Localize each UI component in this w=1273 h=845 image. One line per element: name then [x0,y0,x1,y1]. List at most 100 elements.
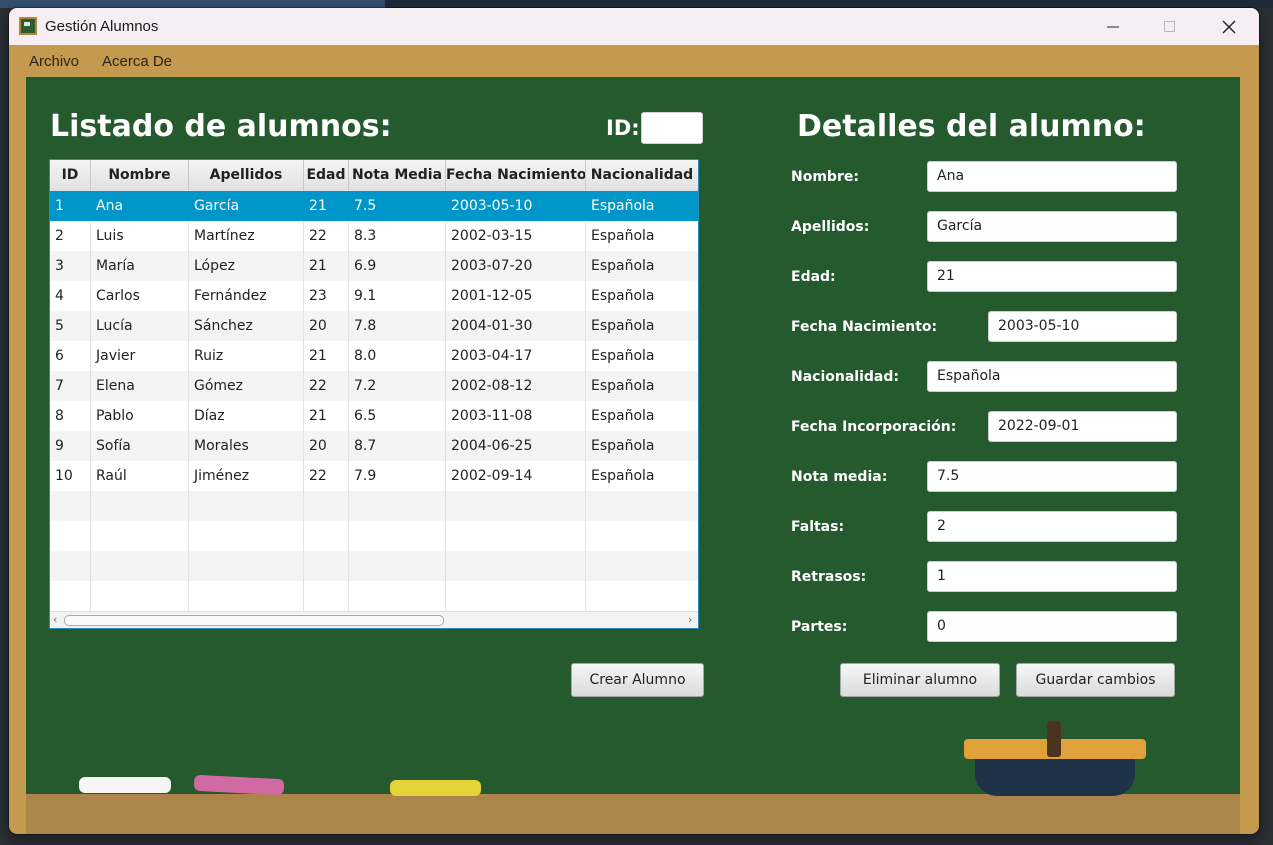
table-row[interactable]: 2 Luis Martínez 22 8.3 2002-03-15 Española [50,221,698,251]
eraser-handle [1047,721,1061,757]
table-row[interactable]: 6 Javier Ruiz 21 8.0 2003-04-17 Española [50,341,698,371]
partes-field[interactable]: 0 [927,611,1177,642]
app-window: Gestión Alumnos Archivo Acerca De Listad… [9,8,1259,834]
cell-nombre: María [91,251,189,281]
nota-media-label: Nota media: [791,469,888,485]
scroll-right-icon[interactable]: › [688,612,692,628]
edad-field[interactable]: 21 [927,261,1177,292]
cell-nota-media: 6.5 [349,401,446,431]
cell-id: 1 [50,191,91,221]
chalk-tray [26,794,1240,834]
fecha-nacimiento-field[interactable]: 2003-05-10 [988,311,1177,342]
column-header-apellidos[interactable]: Apellidos [189,160,304,191]
cell-edad: 20 [304,431,349,461]
cell-nacionalidad: Española [586,251,698,281]
table-row[interactable]: 7 Elena Gómez 22 7.2 2002-08-12 Española [50,371,698,401]
cell-apellidos [189,491,304,521]
cell-nacionalidad [586,491,698,521]
horizontal-scrollbar[interactable]: ‹ › [50,611,698,628]
delete-student-button[interactable]: Eliminar alumno [840,663,1000,697]
cell-nacionalidad: Española [586,191,698,221]
chalkboard-icon [19,17,37,35]
fecha-nacimiento-label: Fecha Nacimiento: [791,319,938,335]
cell-edad: 23 [304,281,349,311]
nota-media-field[interactable]: 7.5 [927,461,1177,492]
yellow-chalk [390,780,481,796]
table-row[interactable] [50,521,698,551]
fecha-incorporacion-field[interactable]: 2022-09-01 [988,411,1177,442]
cell-edad [304,581,349,611]
table-row[interactable]: 8 Pablo Díaz 21 6.5 2003-11-08 Española [50,401,698,431]
cell-nacionalidad [586,551,698,581]
table-row[interactable] [50,581,698,611]
cell-apellidos [189,581,304,611]
cell-fecha-nacimiento: 2003-07-20 [446,251,586,281]
table-row[interactable]: 1 Ana García 21 7.5 2003-05-10 Española [50,191,698,221]
cell-nombre: Luis [91,221,189,251]
cell-nota-media: 7.9 [349,461,446,491]
id-search-input[interactable] [641,112,703,144]
cell-nombre: Pablo [91,401,189,431]
column-header-edad[interactable]: Edad [304,160,349,191]
apellidos-field[interactable]: García [927,211,1177,242]
cell-edad: 22 [304,461,349,491]
cell-fecha-nacimiento: 2003-05-10 [446,191,586,221]
title-bar[interactable]: Gestión Alumnos [9,8,1259,45]
cell-fecha-nacimiento: 2003-04-17 [446,341,586,371]
table-row[interactable]: 9 Sofía Morales 20 8.7 2004-06-25 Española [50,431,698,461]
menu-archivo[interactable]: Archivo [29,53,79,70]
nacionalidad-label: Nacionalidad: [791,369,899,385]
table-row[interactable] [50,491,698,521]
table-row[interactable]: 4 Carlos Fernández 23 9.1 2001-12-05 Española [50,281,698,311]
create-student-button[interactable]: Crear Alumno [571,663,704,697]
cell-apellidos [189,551,304,581]
column-header-nombre[interactable]: Nombre [91,160,189,191]
white-chalk [79,777,171,793]
table-row[interactable]: 5 Lucía Sánchez 20 7.8 2004-01-30 Española [50,311,698,341]
cell-fecha-nacimiento: 2001-12-05 [446,281,586,311]
cell-fecha-nacimiento [446,581,586,611]
cell-nombre: Javier [91,341,189,371]
column-header-nota-media[interactable]: Nota Media [349,160,446,191]
cell-nacionalidad [586,521,698,551]
partes-label: Partes: [791,619,848,635]
cell-edad: 20 [304,311,349,341]
cell-nacionalidad: Española [586,221,698,251]
cell-edad [304,521,349,551]
cell-nota-media [349,581,446,611]
cell-nacionalidad: Española [586,461,698,491]
maximize-button[interactable] [1141,8,1199,45]
column-header-nacionalidad[interactable]: Nacionalidad [586,160,698,191]
scroll-left-icon[interactable]: ‹ [53,612,57,628]
cell-nombre [91,551,189,581]
cell-id: 9 [50,431,91,461]
cell-apellidos [189,521,304,551]
retrasos-field[interactable]: 1 [927,561,1177,592]
cell-fecha-nacimiento: 2002-09-14 [446,461,586,491]
cell-fecha-nacimiento: 2004-01-30 [446,311,586,341]
desktop-panel [0,0,385,8]
cell-fecha-nacimiento: 2003-11-08 [446,401,586,431]
column-header-id[interactable]: ID [50,160,91,191]
table-row[interactable] [50,551,698,581]
save-changes-button[interactable]: Guardar cambios [1016,663,1175,697]
cell-id [50,581,91,611]
nombre-field[interactable]: Ana [927,161,1177,192]
scrollbar-thumb[interactable] [64,615,444,626]
cell-edad: 21 [304,251,349,281]
cell-apellidos: Fernández [189,281,304,311]
nombre-label: Nombre: [791,169,859,185]
cell-fecha-nacimiento: 2004-06-25 [446,431,586,461]
table-row[interactable]: 10 Raúl Jiménez 22 7.9 2002-09-14 Española [50,461,698,491]
faltas-field[interactable]: 2 [927,511,1177,542]
cell-edad [304,491,349,521]
table-row[interactable]: 3 María López 21 6.9 2003-07-20 Española [50,251,698,281]
close-button[interactable] [1200,8,1258,45]
nacionalidad-field[interactable]: Española [927,361,1177,392]
cell-nombre: Ana [91,191,189,221]
minimize-button[interactable] [1084,8,1142,45]
column-header-fecha-nacimiento[interactable]: Fecha Nacimiento [446,160,586,191]
menu-acerca-de[interactable]: Acerca De [102,53,172,70]
cell-nombre [91,491,189,521]
cell-edad [304,551,349,581]
